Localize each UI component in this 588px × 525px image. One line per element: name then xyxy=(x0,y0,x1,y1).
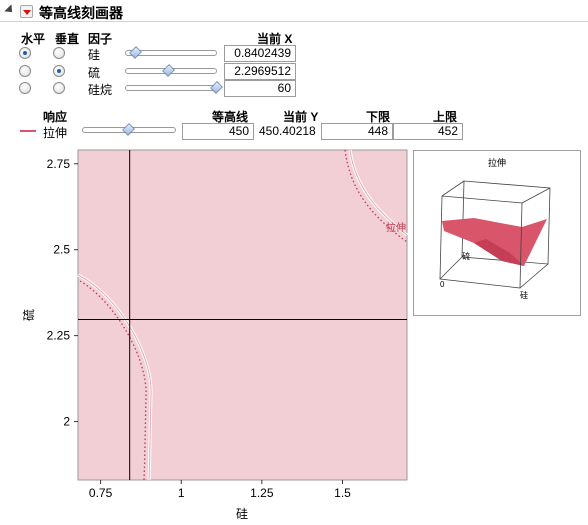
contour-slider-thumb[interactable] xyxy=(122,123,135,136)
response-legend-line xyxy=(20,130,36,132)
panel-title: 等高线刻画器 xyxy=(39,5,123,21)
horizontal-radio[interactable] xyxy=(19,65,31,77)
factor-slider-thumb[interactable] xyxy=(162,64,176,77)
col-vertical: 垂直 xyxy=(55,32,80,46)
y-tick-label: 2.25 xyxy=(47,329,71,343)
y-axis-label: 硫 xyxy=(21,309,36,321)
contour-label: 拉伸 xyxy=(386,221,406,234)
factor-name: 硅烷 xyxy=(88,83,113,97)
y-tick-label: 2.5 xyxy=(53,243,70,257)
x-tick-label: 0.75 xyxy=(89,486,113,500)
surface-box-edge xyxy=(439,256,463,280)
surface-title: 拉伸 xyxy=(488,157,506,168)
y-tick-label: 2.75 xyxy=(47,157,71,171)
factor-slider-thumb[interactable] xyxy=(210,81,223,94)
vertical-radio[interactable] xyxy=(53,47,65,59)
vertical-radio[interactable] xyxy=(53,82,65,94)
surface-y-axis-label: 硫 xyxy=(462,251,470,261)
contour-plot-area[interactable] xyxy=(77,149,408,481)
surface-plot[interactable]: 拉伸 硫 0 硅 xyxy=(414,151,580,315)
factor-name: 硅 xyxy=(88,48,101,62)
factor-value-input[interactable]: 60 xyxy=(224,80,296,97)
vertical-radio[interactable] xyxy=(53,65,65,77)
horizontal-radio[interactable] xyxy=(19,47,31,59)
y-tick-label: 2 xyxy=(63,415,70,429)
horizontal-radio[interactable] xyxy=(19,82,31,94)
x-tick-label: 1.5 xyxy=(334,486,351,500)
col-response: 响应 xyxy=(43,110,68,124)
factor-slider-thumb[interactable] xyxy=(129,46,142,59)
factor-name: 硫 xyxy=(88,66,101,80)
factor-value-input[interactable]: 2.2969512 xyxy=(224,63,296,80)
surface-x-axis-label: 硅 xyxy=(520,290,528,300)
surface-origin-label: 0 xyxy=(440,280,445,289)
factor-value-input[interactable]: 0.8402439 xyxy=(224,45,296,62)
col-factor: 因子 xyxy=(88,32,113,46)
surface-plot-frame[interactable]: 拉伸 硫 0 硅 xyxy=(413,150,581,316)
contour-value-input[interactable]: 450 xyxy=(182,123,254,140)
col-horizontal: 水平 xyxy=(21,32,46,46)
upper-limit-input[interactable]: 452 xyxy=(393,123,463,140)
surface-box-edge xyxy=(521,187,551,204)
x-axis-label: 硅 xyxy=(236,507,248,521)
red-triangle-menu-icon[interactable] xyxy=(20,5,33,18)
lower-limit-input[interactable]: 448 xyxy=(321,123,393,140)
surface-box-edge xyxy=(519,263,549,289)
col-current-y: 当前 Y xyxy=(283,110,319,124)
x-tick-label: 1 xyxy=(178,486,185,500)
surface-box-edge xyxy=(441,180,465,197)
surface-mesh xyxy=(442,218,547,266)
factor-slider-track[interactable] xyxy=(125,85,217,91)
x-tick-label: 1.25 xyxy=(250,486,274,500)
current-y-value: 450.40218 xyxy=(259,124,316,138)
contour-plot[interactable]: 拉伸 0.75 1 1.25 1.5 2 2.25 2.5 2.75 硅 硫 xyxy=(0,145,410,525)
response-name: 拉伸 xyxy=(43,126,68,140)
